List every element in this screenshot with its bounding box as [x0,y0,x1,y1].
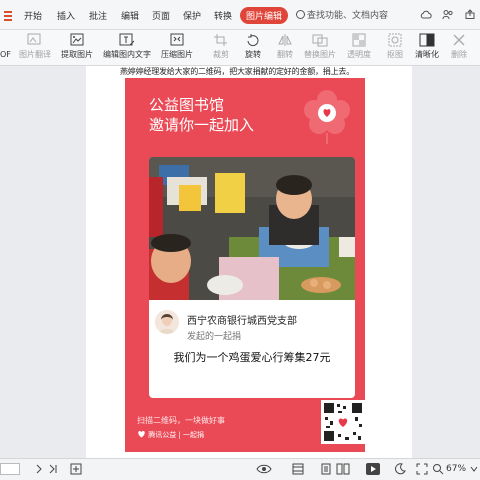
tencent-charity-logo: 腾讯公益 | 一起捐 [137,430,204,440]
compress-image-icon [170,33,184,46]
zoom-icon[interactable] [432,463,444,475]
fullscreen-icon[interactable] [416,463,428,475]
poster-title-line2: 邀请你一起加入 [149,116,255,134]
charity-poster-image[interactable]: 公益图书馆 邀请你一起加入 西宁农商银行城西党支部 发起的一起捐 我们为一个鸡蛋… [125,78,365,452]
footer-logo-text: 腾讯公益 | 一起捐 [148,431,205,439]
status-bar: 67% [0,458,480,480]
compress-image-button[interactable]: 压缩图片 [158,30,196,64]
cloud-icon[interactable] [420,9,432,20]
ribbon-partial-label: OF [0,50,11,59]
translate-image-icon [27,33,41,45]
single-page-icon[interactable] [320,463,332,475]
search-icon [296,10,305,19]
tab-protect[interactable]: 保护 [183,9,201,22]
transparency-icon [352,33,366,47]
campaign-title: 我们为一个鸡蛋爱心行筹集27元 [173,351,331,364]
zoom-dropdown-icon[interactable] [470,465,478,473]
tab-convert[interactable]: 转换 [214,9,232,22]
rotate-icon [247,34,259,47]
share-icon[interactable] [464,9,476,20]
edit-image-text-icon [119,33,135,46]
search-text: 查找功能、文档内容 [307,11,389,21]
translate-image-button[interactable]: 图片翻译 [16,30,54,64]
sharpen-icon [419,33,435,47]
fit-page-icon[interactable] [292,463,304,475]
cutout-icon [388,33,402,47]
extract-image-button[interactable]: 提取图片 [58,30,96,64]
heart-logo-icon [138,431,145,438]
add-page-icon[interactable] [70,463,82,475]
ribbon-toolbar: OF 图片翻译 提取图片 编辑图内文字 压缩图片 裁剪 旋转 翻转 替换图片 透… [0,30,480,66]
eye-protection-icon[interactable] [256,463,272,475]
crop-button[interactable]: 裁剪 [208,30,234,64]
org-subtitle: 发起的一起捐 [187,332,242,342]
double-page-icon[interactable] [336,463,350,475]
next-page-icon[interactable] [34,464,44,474]
org-avatar [155,310,179,334]
last-page-icon[interactable] [48,464,58,474]
cutout-button[interactable]: 抠图 [382,30,408,64]
tab-home[interactable]: 开始 [24,9,42,22]
delete-button[interactable]: 删除 [446,30,472,64]
extract-image-icon [70,33,84,46]
campaign-card[interactable]: 西宁农商银行城西党支部 发起的一起捐 我们为一个鸡蛋爱心行筹集27元 [149,157,355,398]
edit-image-text-button[interactable]: 编辑图内文字 [102,30,152,64]
qr-code-icon [321,400,365,444]
search-box[interactable]: 查找功能、文档内容 [296,8,388,21]
sharpen-button[interactable]: 清晰化 [412,30,442,64]
tab-page[interactable]: 页面 [152,9,170,22]
delete-icon [453,34,465,46]
crop-icon [214,34,227,46]
tab-insert[interactable]: 插入 [57,9,75,22]
rotate-button[interactable]: 旋转 [240,30,266,64]
tab-comment[interactable]: 批注 [89,9,107,22]
tab-image-edit[interactable]: 图片编辑 [240,7,289,24]
collaborate-icon[interactable] [442,9,454,20]
zoom-level[interactable]: 67% [446,464,466,474]
page-number-input[interactable] [0,463,20,475]
tab-bar: 开始 插入 批注 编辑 页面 保护 转换 图片编辑 查找功能、文档内容 [0,0,480,30]
tab-edit[interactable]: 编辑 [121,9,139,22]
transparency-button[interactable]: 透明度 [344,30,374,64]
night-mode-icon[interactable] [394,463,406,475]
replace-image-button[interactable]: 替换图片 [302,30,338,64]
poster-title-line1: 公益图书馆 [149,96,225,114]
replace-image-icon [312,34,328,47]
children-eating-photo [149,157,355,300]
document-text-line: 燕婷婷经理发给大家的二维码，把大家捐献的定好的金额，捐上去。 [120,67,354,76]
charity-flower-emblem-icon [304,90,350,144]
flip-button[interactable]: 翻转 [272,30,298,64]
menu-icon[interactable] [4,11,12,21]
org-name: 西宁农商银行城西党支部 [187,316,297,327]
play-slideshow-icon[interactable] [366,463,380,475]
footer-slogan: 扫描二维码，一块做好事 [137,416,225,425]
flip-icon [278,34,292,46]
